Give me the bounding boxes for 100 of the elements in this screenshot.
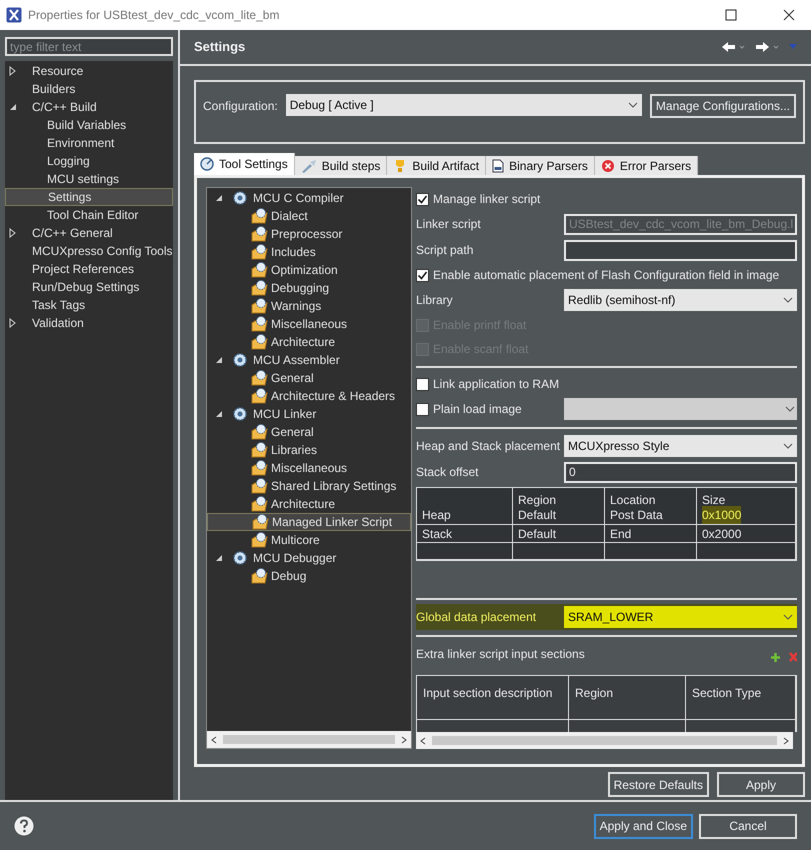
forward-icon[interactable] <box>755 41 779 53</box>
gauge-icon <box>200 157 214 171</box>
expanded-icon[interactable] <box>215 409 223 419</box>
sidebar-item[interactable]: Resource <box>32 62 84 80</box>
folder-gear-icon <box>251 370 269 386</box>
text-field[interactable]: 0 <box>564 462 797 482</box>
expanded-icon[interactable] <box>215 355 223 365</box>
tool-option-item[interactable]: General <box>271 423 314 441</box>
folder-gear-icon <box>251 334 269 350</box>
sidebar-item[interactable]: Validation <box>32 314 84 332</box>
checkbox[interactable] <box>416 378 429 390</box>
sidebar-item[interactable]: Build Variables <box>5 116 173 134</box>
scroll-right-icon[interactable] <box>783 736 789 744</box>
sidebar-item[interactable]: Tool Chain Editor <box>5 206 173 224</box>
tool-option-item[interactable]: Libraries <box>271 441 318 459</box>
dropdown[interactable]: Redlib (semihost-nf) <box>564 289 797 311</box>
folder-gear-icon <box>251 226 269 242</box>
text-field[interactable] <box>564 240 797 260</box>
sidebar-item[interactable]: Logging <box>5 152 173 170</box>
tool-option-item[interactable]: Architecture <box>271 495 336 513</box>
tool-tree-item[interactable]: MCU Assembler <box>253 351 340 369</box>
tab[interactable]: Binary Parsers <box>486 156 595 175</box>
tool-option-item[interactable]: Optimization <box>271 261 338 279</box>
scroll-left-icon[interactable] <box>211 736 217 744</box>
folder-gear-icon <box>251 244 269 260</box>
help-icon[interactable] <box>14 816 34 836</box>
expanded-icon[interactable] <box>215 193 223 203</box>
tool-option-item[interactable]: Debugging <box>271 279 330 297</box>
sidebar-item[interactable]: Run/Debug Settings <box>32 278 140 296</box>
checkbox[interactable] <box>416 268 429 282</box>
collapsed-icon[interactable] <box>9 318 17 328</box>
apply-button[interactable]: Apply <box>717 772 805 797</box>
tool-option-item[interactable]: Architecture & Headers <box>271 387 396 405</box>
field-label: Script path <box>416 242 474 259</box>
gear-icon <box>232 352 248 368</box>
maximize-icon[interactable] <box>725 9 737 21</box>
tool-tree-item[interactable]: MCU Debugger <box>253 549 336 567</box>
scroll-left-icon[interactable] <box>420 736 426 744</box>
sidebar-item[interactable]: MCUXpresso Config Tools <box>32 242 173 260</box>
table-cell-text: 0x2000 <box>702 526 742 542</box>
folder-gear-icon <box>251 388 269 404</box>
tab[interactable]: Tool Settings <box>194 153 295 175</box>
close-icon[interactable] <box>783 9 795 21</box>
sidebar-item[interactable]: Settings <box>5 188 173 206</box>
tool-option-item[interactable]: Preprocessor <box>271 225 342 243</box>
back-icon[interactable] <box>721 41 745 53</box>
tab[interactable]: Build Artifact <box>387 156 486 175</box>
tool-option-item[interactable]: General <box>271 369 314 387</box>
tab[interactable]: Error Parsers <box>594 156 698 175</box>
tool-option-item[interactable]: Miscellaneous <box>271 459 348 477</box>
collapsed-icon[interactable] <box>9 228 17 238</box>
horizontal-scrollbar[interactable] <box>416 732 793 749</box>
apply-and-close-button[interactable]: Apply and Close <box>594 814 693 838</box>
checkbox[interactable] <box>416 192 429 206</box>
add-icon[interactable] <box>770 652 781 662</box>
dropdown[interactable]: MCUXpresso Style <box>564 435 797 457</box>
folder-gear-icon <box>251 496 269 512</box>
dropdown-chevron-icon <box>783 297 793 303</box>
checkbox-label: Enable automatic placement of Flash Configuration field in image <box>433 267 780 284</box>
table-cell: 0x1000 <box>702 506 742 524</box>
folder-gear-icon <box>251 478 269 494</box>
tool-tree-item[interactable]: MCU Linker <box>253 405 316 423</box>
configuration-dropdown[interactable]: Debug [ Active ] <box>286 94 642 116</box>
tool-option-item[interactable]: Debug <box>271 567 306 585</box>
scrollbar-thumb[interactable] <box>432 736 777 745</box>
tool-option-item[interactable]: Dialect <box>271 207 308 225</box>
field-label: Library <box>416 292 454 309</box>
folder-gear-icon <box>251 316 269 332</box>
sidebar-item[interactable]: Builders <box>32 80 76 98</box>
filter-field[interactable]: type filter text <box>5 37 173 56</box>
sidebar-item[interactable]: MCU settings <box>5 170 173 188</box>
tab[interactable]: Build steps <box>294 156 388 175</box>
tool-option-item[interactable]: Multicore <box>271 531 320 549</box>
folder-gear-icon <box>252 514 270 530</box>
cancel-button[interactable]: Cancel <box>699 814 797 838</box>
sidebar-item[interactable]: C/C++ Build <box>32 98 97 116</box>
gear-icon <box>232 190 248 206</box>
restore-defaults-button[interactable]: Restore Defaults <box>608 772 709 797</box>
tool-option-item[interactable]: Architecture <box>271 333 336 351</box>
tool-option-item[interactable]: Shared Library Settings <box>271 477 396 495</box>
manage-configurations-button[interactable]: Manage Configurations... <box>650 94 796 118</box>
tool-option-item[interactable]: Warnings <box>271 297 322 315</box>
scrollbar-thumb[interactable] <box>223 735 395 744</box>
sidebar-item[interactable]: Project References <box>32 260 134 278</box>
tool-tree-item[interactable]: MCU C Compiler <box>253 189 344 207</box>
dropdown-chevron-icon <box>628 102 638 108</box>
folder-gear-icon <box>251 442 269 458</box>
scroll-right-icon[interactable] <box>401 736 407 744</box>
sidebar-item[interactable]: C/C++ General <box>32 224 113 242</box>
folder-gear-icon <box>251 208 269 224</box>
horizontal-scrollbar[interactable] <box>207 731 411 748</box>
dropdown[interactable]: SRAM_LOWER <box>564 606 797 628</box>
sidebar-item[interactable]: Task Tags <box>32 296 86 314</box>
tool-option-item[interactable]: Includes <box>271 243 316 261</box>
expanded-icon[interactable] <box>215 553 223 563</box>
column-header: Location <box>610 493 656 507</box>
collapsed-icon[interactable] <box>9 66 17 76</box>
sidebar-item[interactable]: Environment <box>5 134 173 152</box>
tool-option-item[interactable]: Miscellaneous <box>271 315 348 333</box>
expanded-icon[interactable] <box>9 102 17 112</box>
